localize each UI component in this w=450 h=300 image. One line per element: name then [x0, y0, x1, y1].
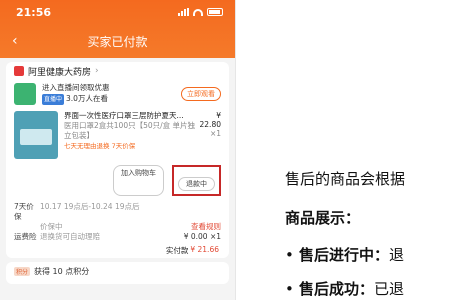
store-name: 阿里健康大药房 — [28, 67, 92, 78]
points-row: 积分 获得 10 点积分 — [6, 262, 229, 280]
product-price-block: ¥ 22.80 ×1 — [197, 111, 221, 159]
store-icon — [14, 66, 24, 76]
status-icons — [178, 8, 223, 16]
product-thumbnail — [14, 111, 58, 159]
points-badge: 积分 — [14, 266, 31, 276]
live-meta: 直播中 3.0万人在看 — [42, 93, 181, 105]
store-row[interactable]: 阿里健康大药房 › — [6, 62, 229, 80]
article-line-4-bold: 售后成功： — [299, 280, 375, 298]
refund-status-button[interactable]: 退款中 — [178, 177, 215, 191]
add-to-cart-button[interactable]: 加入购物车 — [113, 165, 164, 196]
live-info: 进入直播间领取优惠 直播中 3.0万人在看 — [42, 82, 181, 105]
article-line-4-rest: 已退 — [374, 280, 405, 298]
battery-icon — [207, 8, 223, 16]
status-time: 21:56 — [16, 5, 52, 19]
product-name: 界面一次性医疗口罩三层防护夏天... — [64, 111, 184, 120]
article-line-3-bold: 售后进行中： — [299, 246, 390, 264]
action-row: 加入购物车 退款中 — [6, 163, 229, 202]
live-banner[interactable]: 进入直播间领取优惠 直播中 3.0万人在看 立即观看 — [6, 80, 229, 107]
shipping-row: 运费险 退换货可自动理赔 ¥ 0.00 ×1 — [6, 232, 229, 242]
article-line-2: 商品展示： — [285, 209, 361, 227]
total-amount: ¥ 21.66 — [190, 245, 219, 254]
price-protect-row: 7天价保 10.17 19点后-10.24 19点后 — [6, 202, 229, 222]
live-title: 进入直播间领取优惠 — [42, 83, 110, 92]
points-card: 积分 获得 10 点积分 — [6, 262, 229, 284]
points-text: 获得 10 点积分 — [34, 266, 90, 276]
price-protect-row-2: 价保中 查看规则 — [6, 222, 229, 232]
price-protect-label: 7天价保 — [14, 202, 34, 221]
price-protect-range: 10.17 19点后-10.24 19点后 — [40, 202, 140, 211]
view-rules-link[interactable]: 查看规则 — [191, 222, 221, 232]
refund-highlight-box: 退款中 — [172, 165, 221, 196]
live-watchers: 3.0万人在看 — [66, 94, 108, 103]
nav-bar: ‹ 买家已付款 — [0, 24, 235, 58]
product-row[interactable]: 界面一次性医疗口罩三层防护夏天... 医用口罩2盒共100只【50只/盒 单片独… — [6, 107, 229, 163]
total-label: 实付款 — [165, 246, 189, 255]
watch-now-button[interactable]: 立即观看 — [181, 86, 221, 101]
signal-icon — [178, 8, 189, 16]
page-title: 买家已付款 — [87, 34, 148, 49]
live-badge: 直播中 — [42, 94, 65, 105]
wifi-icon — [193, 8, 203, 16]
order-details: 7天价保 10.17 19点后-10.24 19点后 价保中 查看规则 运费险 … — [6, 202, 229, 242]
shipping-value: 退换货可自动理赔 — [40, 232, 100, 241]
product-tags: 七天无理由退换 7天价保 — [64, 142, 136, 150]
status-bar: 21:56 — [0, 0, 235, 24]
total-row: 实付款 ¥ 21.66 — [6, 242, 229, 260]
header: 21:56 ‹ 买家已付款 — [0, 0, 235, 58]
product-info: 界面一次性医疗口罩三层防护夏天... 医用口罩2盒共100只【50只/盒 单片独… — [64, 111, 197, 159]
phone-screen: 21:56 ‹ 买家已付款 阿里健康大药房 › 进入直播间领取优惠 直播中 3.0… — [0, 0, 236, 300]
article-line-4: • 售后成功：已退 — [285, 278, 404, 299]
shipping-label: 运费险 — [14, 232, 37, 241]
article-line-3: • 售后进行中：退 — [285, 244, 404, 265]
article-line-3-rest: 退 — [389, 246, 405, 264]
price-protect-sub: 价保中 — [40, 222, 63, 231]
live-avatar — [14, 82, 36, 105]
back-chevron-icon[interactable]: ‹ — [12, 33, 18, 49]
product-qty: ×1 — [209, 129, 221, 138]
bullet-icon: • — [285, 246, 294, 264]
chevron-right-icon: › — [95, 66, 99, 76]
bullet-icon: • — [285, 280, 294, 298]
product-desc: 医用口罩2盒共100只【50只/盒 单片独立包装】 — [64, 121, 196, 140]
shipping-amount: ¥ 0.00 ×1 — [183, 232, 221, 241]
product-price: ¥ 22.80 — [199, 111, 221, 129]
order-card: 阿里健康大药房 › 进入直播间领取优惠 直播中 3.0万人在看 立即观看 界面一次… — [6, 62, 229, 258]
article-line-1: 售后的商品会根据 — [285, 170, 406, 188]
